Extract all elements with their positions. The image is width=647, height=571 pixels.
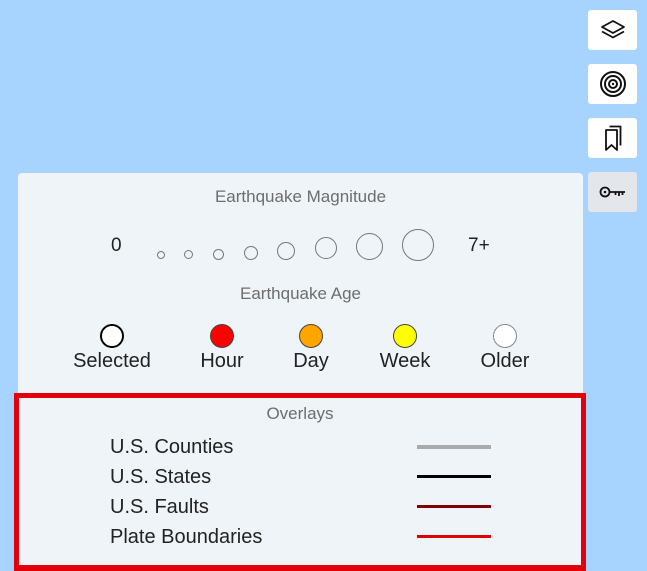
- key-icon: [599, 186, 625, 198]
- target-button[interactable]: [588, 64, 637, 104]
- age-dot-selected: [100, 324, 124, 348]
- overlays-section: Overlays U.S. Counties U.S. States U.S. …: [14, 393, 586, 571]
- bookmarks-icon: [604, 125, 621, 151]
- overlay-line-counties: [417, 445, 491, 449]
- overlay-row-states: U.S. States: [110, 464, 510, 494]
- layers-button[interactable]: [588, 10, 637, 50]
- overlay-row-counties: U.S. Counties: [110, 434, 510, 464]
- layers-icon: [600, 20, 625, 39]
- magnitude-title: Earthquake Magnitude: [214, 187, 387, 206]
- magnitude-circle: [277, 242, 295, 260]
- magnitude-max-label: 7+: [468, 235, 490, 256]
- legend-button[interactable]: [588, 172, 637, 212]
- overlay-line-states: [417, 475, 491, 478]
- age-label: Selected: [73, 350, 151, 372]
- overlay-label: U.S. Faults: [110, 496, 209, 518]
- overlay-label: Plate Boundaries: [110, 526, 263, 548]
- overlay-row-plates: Plate Boundaries: [110, 524, 510, 554]
- concentric-circles-icon: [599, 71, 626, 97]
- magnitude-circle: [213, 249, 224, 260]
- overlays-title: Overlays: [266, 404, 334, 423]
- age-dot-older: [493, 324, 517, 348]
- age-title: Earthquake Age: [240, 284, 361, 303]
- magnitude-min-label: 0: [111, 235, 122, 256]
- age-dot-week: [393, 324, 417, 348]
- overlay-label: U.S. States: [110, 466, 212, 488]
- magnitude-circle: [184, 250, 193, 259]
- magnitude-circle: [244, 246, 258, 260]
- age-label: Week: [379, 350, 431, 372]
- overlay-line-plates: [417, 535, 491, 538]
- age-item-older: Older: [450, 324, 560, 373]
- age-dot-day: [299, 324, 323, 348]
- age-dot-hour: [210, 324, 234, 348]
- overlay-label: U.S. Counties: [110, 436, 234, 458]
- age-item-week: Week: [350, 324, 460, 373]
- magnitude-circle: [402, 229, 434, 261]
- magnitude-circle: [157, 251, 165, 259]
- age-label: Older: [480, 350, 530, 372]
- age-item-selected: Selected: [57, 324, 167, 373]
- magnitude-circle: [356, 233, 383, 260]
- overlay-line-faults: [417, 505, 491, 508]
- overlay-row-faults: U.S. Faults: [110, 494, 510, 524]
- magnitude-circle: [315, 237, 337, 259]
- bookmarks-button[interactable]: [588, 118, 637, 158]
